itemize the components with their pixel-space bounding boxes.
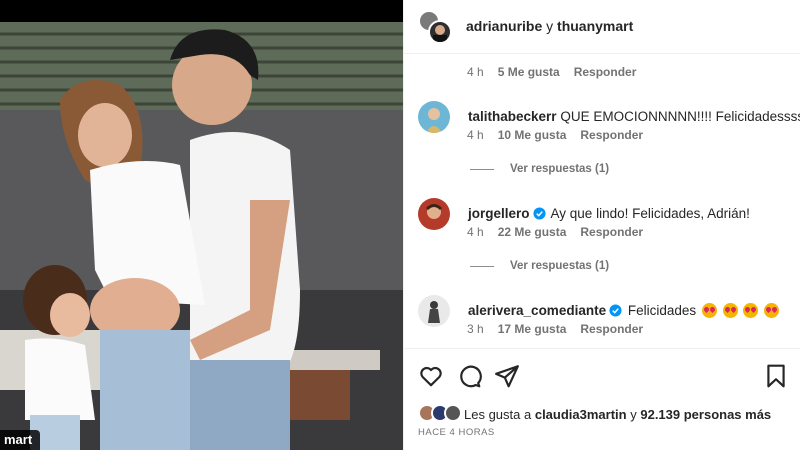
likes-summary: Les gusta a claudia3martin y 92.139 pers… xyxy=(418,404,771,424)
reply-button[interactable]: Responder xyxy=(580,128,643,142)
comment-meta: 4 h 10 Me gusta Responder xyxy=(467,128,643,142)
heart-icon[interactable] xyxy=(418,363,444,389)
view-replies-button[interactable]: Ver respuestas (1) xyxy=(470,163,609,175)
comment-body: Ay que lindo! Felicidades, Adrián! xyxy=(550,206,750,221)
share-icon[interactable] xyxy=(494,363,520,389)
star-struck-emoji xyxy=(722,303,738,318)
post-photo[interactable]: mart xyxy=(0,0,403,450)
comment-likes[interactable]: 22 Me gusta xyxy=(498,225,567,239)
reply-button[interactable]: Responder xyxy=(580,322,643,336)
liker-username[interactable]: claudia3martin xyxy=(535,407,627,422)
comment-time[interactable]: 4 h xyxy=(467,225,484,239)
liker-avatars[interactable] xyxy=(418,404,464,424)
likes-connector: y xyxy=(630,406,637,422)
view-replies-button[interactable]: Ver respuestas (1) xyxy=(470,260,609,272)
comment-likes[interactable]: 17 Me gusta xyxy=(498,322,567,336)
star-struck-emoji xyxy=(701,303,717,318)
post-authors: adrianuribe y thuanymart xyxy=(466,18,633,34)
comment-time[interactable]: 4 h xyxy=(467,128,484,142)
comment-likes[interactable]: 5 Me gusta xyxy=(498,65,560,79)
comment-body: Felicidades xyxy=(627,303,697,318)
comment-username[interactable]: alerivera_comediante xyxy=(468,303,606,318)
comments-panel: adrianuribe y thuanymart 4 h 5 Me gusta … xyxy=(403,0,800,450)
author-username[interactable]: adrianuribe xyxy=(466,18,542,34)
bookmark-icon[interactable] xyxy=(763,363,789,389)
likes-prefix: Les gusta a xyxy=(464,406,532,422)
collab-username[interactable]: thuanymart xyxy=(557,18,633,34)
authors-connector: y xyxy=(546,18,554,34)
user-tag-chip[interactable]: mart xyxy=(0,430,41,450)
comment-likes[interactable]: 10 Me gusta xyxy=(498,128,567,142)
comment-meta: 4 h 22 Me gusta Responder xyxy=(467,225,643,239)
comment-meta: 3 h 17 Me gusta Responder xyxy=(467,322,643,336)
comment-time[interactable]: 3 h xyxy=(467,322,484,336)
comment-meta: 4 h 5 Me gusta Responder xyxy=(467,65,636,79)
post-header: adrianuribe y thuanymart xyxy=(404,0,800,54)
star-struck-emoji xyxy=(764,303,780,318)
comment-time[interactable]: 4 h xyxy=(467,65,484,79)
likes-count[interactable]: 92.139 personas más xyxy=(640,407,771,422)
comment-body: QUE EMOCIONNNNN!!!! Felicidadessss xyxy=(560,109,800,124)
avatar[interactable] xyxy=(418,101,450,133)
family-photo-image xyxy=(0,0,403,450)
avatar[interactable] xyxy=(418,198,450,230)
reply-button[interactable]: Responder xyxy=(574,65,637,79)
star-struck-emoji xyxy=(743,303,759,318)
view-replies-label: Ver respuestas (1) xyxy=(510,163,610,175)
avatar[interactable] xyxy=(418,295,450,327)
divider-line xyxy=(470,265,494,267)
comment-text: jorgellero Ay que lindo! Felicidades, Ad… xyxy=(468,206,750,221)
collab-avatars[interactable] xyxy=(418,10,452,44)
comment-text: talithabeckerr QUE EMOCIONNNNN!!!! Felic… xyxy=(468,109,800,124)
comment-text: alerivera_comediante Felicidades xyxy=(468,303,780,318)
comment-username[interactable]: jorgellero xyxy=(468,206,530,221)
comment-icon[interactable] xyxy=(456,363,482,389)
view-replies-label: Ver respuestas (1) xyxy=(510,260,610,272)
reply-button[interactable]: Responder xyxy=(580,225,643,239)
post-timestamp[interactable]: HACE 4 HORAS xyxy=(418,427,495,438)
verified-badge-icon xyxy=(532,207,546,220)
avatar xyxy=(444,404,462,422)
comment-username[interactable]: talithabeckerr xyxy=(468,109,557,124)
avatar xyxy=(428,20,452,44)
divider-line xyxy=(470,168,494,170)
verified-badge-icon xyxy=(609,304,622,317)
